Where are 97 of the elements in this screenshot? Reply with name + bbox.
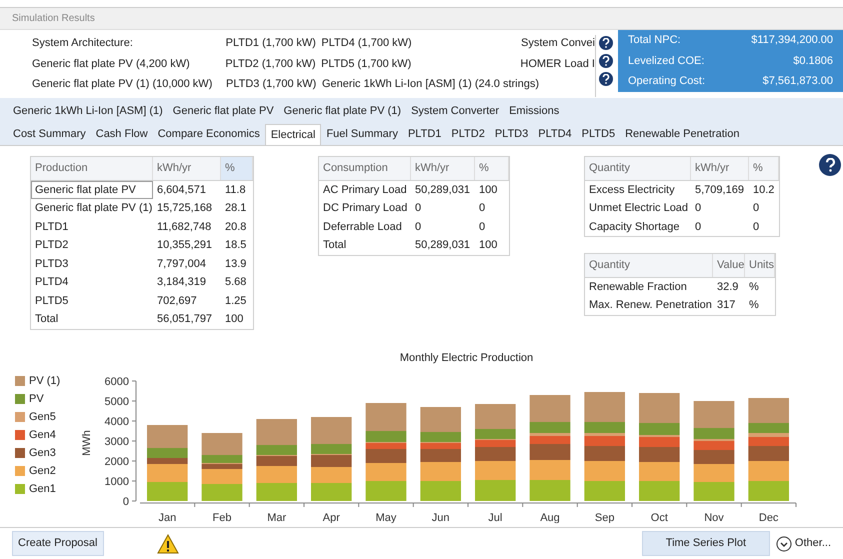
axis-title: MWh xyxy=(81,430,93,456)
table-cell-text: 0 xyxy=(694,220,702,234)
table-cell-text: Deferrable Load xyxy=(322,220,403,234)
table-cell-text: 100 xyxy=(478,238,498,253)
table-cell-text: 50,289,031 xyxy=(414,238,472,253)
legend-label: Gen5 xyxy=(29,410,56,422)
table-cell-text: Unmet Electric Load xyxy=(588,201,690,216)
legend-label: PV xyxy=(29,392,44,404)
axis-tick-label: 1000 xyxy=(104,476,129,488)
architecture-text: System Convei xyxy=(521,36,595,51)
axis-tick-label: Nov xyxy=(704,512,724,522)
table-cell-text: PLTD2 xyxy=(34,238,70,253)
axis-tick-label: Sep xyxy=(594,512,614,522)
architecture-text: PLTD5 (1,700 kW) xyxy=(321,56,412,72)
table-cell-text: 7,797,004 xyxy=(156,256,207,272)
architecture-text: Generic 1kWh Li-Ion [ASM] (1) (24.0 strings) xyxy=(322,77,540,92)
table-cell-text: 50,289,031 xyxy=(414,182,472,198)
axis-tick-label: 3000 xyxy=(104,436,129,448)
table-cell-text: 0 xyxy=(478,220,486,234)
axis-tick-label: 6000 xyxy=(104,376,129,388)
metric-value: $0.1806 xyxy=(793,54,833,69)
table-cell-text: 56,051,797 xyxy=(156,312,214,327)
table-cell-text: 11,682,748 xyxy=(156,220,212,234)
legend-label: Gen4 xyxy=(29,428,56,440)
architecture-text: HOMER Load I xyxy=(520,56,595,72)
table-cell-text: Total xyxy=(322,238,348,253)
metric-label: Levelized COE: xyxy=(628,54,704,69)
table-cell-text: Excess Electricity xyxy=(588,182,676,198)
table-cell-text: 1.25 xyxy=(224,294,248,308)
axis-tick-label: Jul xyxy=(488,512,502,522)
table-cell-text: PLTD4 xyxy=(34,275,70,290)
legend-label: Gen1 xyxy=(29,482,56,494)
legend-label: Gen3 xyxy=(29,446,56,458)
window-title: Simulation Results xyxy=(12,12,95,26)
architecture-text: PLTD4 (1,700 kW) xyxy=(321,36,413,51)
table-cell-text: PLTD5 xyxy=(34,294,70,308)
axis-tick-label: Oct xyxy=(650,512,668,522)
table-cell-text: 32.9 xyxy=(716,280,740,294)
metric-label: Total NPC: xyxy=(628,33,681,48)
table-cell-text: 5.68 xyxy=(224,275,248,290)
table-cell-text: 317 xyxy=(716,298,736,313)
table-cell-text: 100 xyxy=(224,312,244,327)
architecture-text: Generic flat plate PV (4,200 kW) xyxy=(32,56,191,72)
table-cell-text: DC Primary Load xyxy=(322,201,408,216)
table-cell-text: 0 xyxy=(752,201,760,216)
table-cell-text: 0 xyxy=(414,220,422,234)
axis-tick-label: 2000 xyxy=(104,456,129,468)
table-cell-text: Capacity Shortage xyxy=(588,220,680,234)
table-cell-text: PLTD1 xyxy=(34,220,70,234)
table-cell-text: % xyxy=(748,280,760,294)
table-cell-text: AC Primary Load xyxy=(322,182,408,198)
architecture-text: Generic flat plate PV (1) (10,000 kW) xyxy=(32,77,214,92)
table-cell-text: 0 xyxy=(694,201,702,216)
table-cell-text: 6,604,571 xyxy=(156,182,207,198)
table-cell: Generic flat plate PV xyxy=(31,180,153,199)
architecture-text: PLTD2 (1,700 kW) xyxy=(225,56,317,72)
architecture-text: PLTD3 (1,700 kW) xyxy=(226,77,318,92)
table-cell-text: 702,697 xyxy=(156,294,198,308)
axis-tick-label: Apr xyxy=(322,512,340,522)
table-cell-text: 10.2 xyxy=(752,182,776,198)
axis-tick-label: Aug xyxy=(540,512,560,522)
legend-label: Gen2 xyxy=(29,464,56,476)
table-cell-text: PLTD3 xyxy=(34,256,70,272)
metric-label: Operating Cost: xyxy=(628,74,706,90)
axis-tick-label: May xyxy=(376,512,396,522)
table-cell-text: 18.5 xyxy=(224,238,248,253)
table-cell-text: % xyxy=(748,298,760,313)
chart-title: Monthly Electric Production xyxy=(400,351,534,366)
table-cell-text: 10,355,291 xyxy=(156,238,214,253)
table-cell-text: 11.8 xyxy=(224,182,247,198)
table-cell-text: 3,184,319 xyxy=(156,275,207,290)
architecture-text: System Architecture: xyxy=(32,36,134,51)
legend-label: PV (1) xyxy=(29,374,60,386)
table-cell-text: 15,725,168 xyxy=(156,201,214,216)
axis-tick-label: 5000 xyxy=(104,396,129,408)
metric-value: $7,561,873.00 xyxy=(762,74,833,90)
axis-tick-label: Jan xyxy=(158,512,176,522)
axis-tick-label: Jun xyxy=(432,512,450,522)
table-cell-text: Renewable Fraction xyxy=(588,280,688,294)
table-cell-text: 28.1 xyxy=(224,201,248,216)
table-cell-text: Generic flat plate PV (1) xyxy=(34,201,153,216)
table-cell-text: 5,709,169 xyxy=(694,182,745,198)
table-cell-text: 20.8 xyxy=(224,220,248,234)
table-cell-text: Max. Renew. Penetration xyxy=(588,298,713,313)
axis-tick-label: 0 xyxy=(122,496,129,508)
table-cell-text: 0 xyxy=(478,201,486,216)
architecture-text: PLTD1 (1,700 kW) xyxy=(226,36,317,51)
metric-value: $117,394,200.00 xyxy=(751,33,833,48)
table-cell-text: Total xyxy=(34,312,60,327)
axis-tick-label: Feb xyxy=(212,512,232,522)
table-cell-text: 0 xyxy=(752,220,760,234)
axis-tick-label: Dec xyxy=(758,512,778,522)
axis-tick-label: 4000 xyxy=(104,416,129,428)
table-cell-text: 100 xyxy=(478,182,498,198)
table-cell-text: 0 xyxy=(414,201,422,216)
table-cell-text: 13.9 xyxy=(224,256,248,272)
axis-tick-label: Mar xyxy=(267,512,286,522)
